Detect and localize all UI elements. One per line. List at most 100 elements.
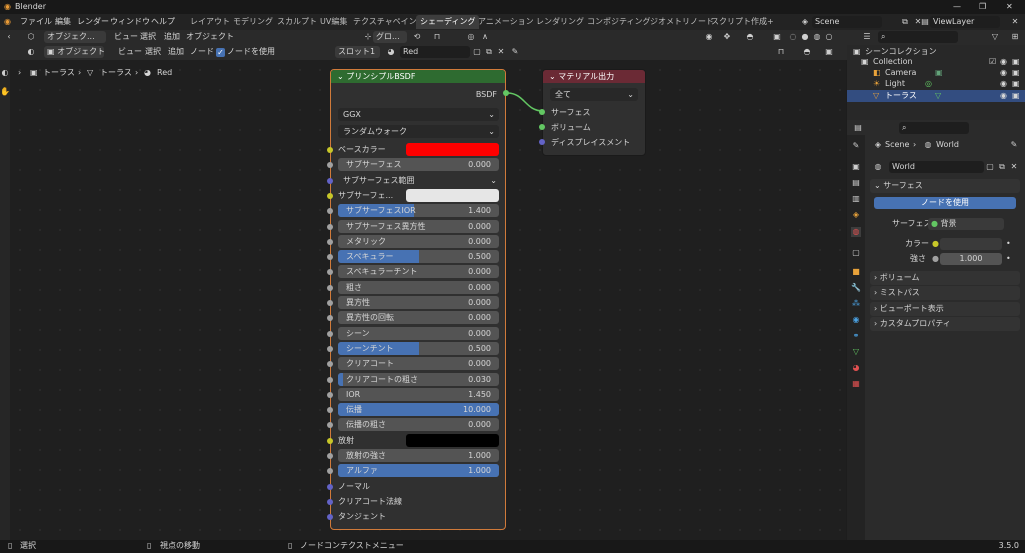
input-socket[interactable]: [327, 178, 333, 184]
output-node-header[interactable]: ⌄ マテリアル出力: [543, 70, 645, 83]
toolbar-toggle-icon[interactable]: ‹: [4, 32, 14, 42]
node-add-menu[interactable]: 追加: [168, 46, 184, 58]
use-nodes-button[interactable]: ノードを使用: [874, 197, 1016, 209]
input-socket[interactable]: [327, 499, 333, 505]
wireframe-shading-icon[interactable]: ◌: [788, 32, 798, 42]
camera-render-icon[interactable]: ▣: [1012, 78, 1020, 90]
input-socket[interactable]: [327, 361, 333, 367]
color-field[interactable]: [940, 238, 1002, 250]
filter-icon[interactable]: ▽: [990, 32, 1000, 42]
input-socket[interactable]: [327, 438, 333, 444]
workspace-tab[interactable]: レイアウト: [186, 15, 234, 29]
value-slider[interactable]: サブサーフェス 0.000: [338, 158, 499, 171]
value-slider[interactable]: アルファ 1.000: [338, 464, 499, 477]
world-browse-icon[interactable]: ◍: [873, 162, 883, 172]
value-slider[interactable]: 伝播 10.000: [338, 403, 499, 416]
world-tab-icon[interactable]: ◍: [851, 227, 861, 237]
principled-bsdf-node[interactable]: ⌄ プリンシプルBSDF BSDF GGX ⌄ ランダムウォーク ⌄ ベースカラーサ…: [327, 69, 506, 530]
input-socket[interactable]: [327, 468, 333, 474]
value-slider[interactable]: シーンチント 0.500: [338, 342, 499, 355]
collection-tab-icon[interactable]: ▢: [851, 248, 861, 258]
subsurface-method-dropdown[interactable]: ランダムウォーク ⌄: [338, 125, 499, 138]
pivot-icon[interactable]: ⟲: [412, 32, 422, 42]
workspace-tab[interactable]: コンポジティング: [583, 15, 655, 29]
expand-chevron-icon[interactable]: ⌄: [490, 175, 497, 187]
node-menu[interactable]: ノード: [190, 46, 214, 58]
collapsed-panel-header[interactable]: › ミストパス: [870, 286, 1020, 300]
render-tab-icon[interactable]: ▣: [851, 162, 861, 172]
fake-user-icon[interactable]: ▢: [472, 47, 482, 57]
input-socket[interactable]: [327, 239, 333, 245]
shader-type-selector[interactable]: ▣ オブジェクト: [44, 46, 105, 58]
maximize-button[interactable]: ❐: [979, 1, 986, 13]
color-keyframe-icon[interactable]: •: [1006, 238, 1011, 250]
properties-type-icon[interactable]: ▤: [853, 123, 863, 133]
hand-tool-icon[interactable]: ✋: [0, 87, 10, 97]
outliner-search[interactable]: ⌕: [878, 31, 958, 43]
color-swatch[interactable]: [406, 434, 499, 447]
scene-tab-icon[interactable]: ◈: [851, 210, 861, 220]
pin-icon[interactable]: ✎: [1009, 140, 1019, 150]
input-socket[interactable]: [327, 254, 333, 260]
color-swatch[interactable]: [406, 189, 499, 202]
use-nodes-checkbox[interactable]: ✓: [216, 48, 225, 57]
displacement-input-socket[interactable]: [539, 139, 545, 145]
rendered-shading-icon[interactable]: ○: [824, 32, 834, 42]
value-slider[interactable]: 異方性の回転 0.000: [338, 311, 499, 324]
outliner-type-icon[interactable]: ☰: [862, 32, 872, 42]
value-slider[interactable]: クリアコート 0.000: [338, 357, 499, 370]
view-menu[interactable]: ビュー: [114, 31, 138, 43]
workspace-tab[interactable]: スクリプト作成: [707, 15, 771, 29]
strength-keyframe-icon[interactable]: •: [1006, 253, 1011, 265]
new-collection-icon[interactable]: ⊞: [1010, 32, 1020, 42]
input-socket[interactable]: [327, 224, 333, 230]
minimize-button[interactable]: —: [953, 1, 961, 13]
menu-item[interactable]: ファイル: [17, 15, 55, 28]
value-slider[interactable]: サブサーフェスIOR 1.400: [338, 204, 499, 217]
material-shading-icon[interactable]: ◍: [812, 32, 822, 42]
outliner-row-light[interactable]: ☀ Light ◎ ◉ ▣: [847, 79, 1025, 90]
object-tab-icon[interactable]: ■: [851, 267, 861, 277]
bsdf-output-socket[interactable]: [503, 90, 509, 96]
delete-view-layer-icon[interactable]: ✕: [1010, 17, 1020, 27]
physics-tab-icon[interactable]: ◉: [851, 315, 861, 325]
material-name-field[interactable]: Red: [400, 46, 470, 58]
select-tool-icon[interactable]: ◐: [0, 68, 10, 78]
data-tab-icon[interactable]: ▽: [851, 347, 861, 357]
fake-user-icon[interactable]: ▢: [985, 162, 995, 172]
input-socket[interactable]: [327, 453, 333, 459]
value-slider[interactable]: サブサーフェス異方性 0.000: [338, 220, 499, 233]
input-label[interactable]: サブサーフェス範囲: [343, 175, 415, 187]
tool-tab-icon[interactable]: ✎: [851, 141, 861, 151]
workspace-tab[interactable]: UV編集: [316, 15, 351, 29]
surface-shader-field[interactable]: ● 背景: [928, 218, 1004, 230]
value-slider[interactable]: クリアコートの粗さ 0.030: [338, 373, 499, 386]
value-slider[interactable]: スペキュラーチント 0.000: [338, 265, 499, 278]
snapping-icon[interactable]: ⊓: [776, 47, 786, 57]
view-layer-selector[interactable]: ViewLayer: [930, 16, 1000, 28]
overlay-node-icon[interactable]: ◓: [802, 47, 812, 57]
color-swatch[interactable]: [406, 143, 499, 156]
distribution-dropdown[interactable]: GGX ⌄: [338, 108, 499, 121]
view-layer-tab-icon[interactable]: ▥: [851, 194, 861, 204]
material-browse-icon[interactable]: ◕: [386, 47, 396, 57]
add-menu[interactable]: 追加: [164, 31, 180, 43]
workspace-tab[interactable]: シェーディング: [416, 15, 480, 29]
input-socket[interactable]: [327, 315, 333, 321]
material-tab-icon[interactable]: ◕: [851, 363, 861, 373]
workspace-tab[interactable]: モデリング: [229, 15, 277, 29]
value-slider[interactable]: 伝播の粗さ 0.000: [338, 418, 499, 431]
workspace-tab[interactable]: +: [763, 15, 778, 29]
overlay-icon[interactable]: ◓: [745, 32, 755, 42]
input-socket[interactable]: [327, 162, 333, 168]
outliner-row-torus[interactable]: ▽ トーラス ▽ ◉ ▣: [847, 90, 1025, 102]
value-slider[interactable]: スペキュラー 0.500: [338, 250, 499, 263]
pin-icon[interactable]: ✎: [510, 47, 520, 57]
input-socket[interactable]: [327, 377, 333, 383]
value-slider[interactable]: シーン 0.000: [338, 327, 499, 340]
menu-item[interactable]: ヘルプ: [148, 15, 178, 28]
xray-icon[interactable]: ▣: [772, 32, 782, 42]
sidebar-toggle-icon[interactable]: ▣: [824, 47, 834, 57]
visibility-icon[interactable]: ◉: [704, 32, 714, 42]
unlink-world-icon[interactable]: ✕: [1009, 162, 1019, 172]
